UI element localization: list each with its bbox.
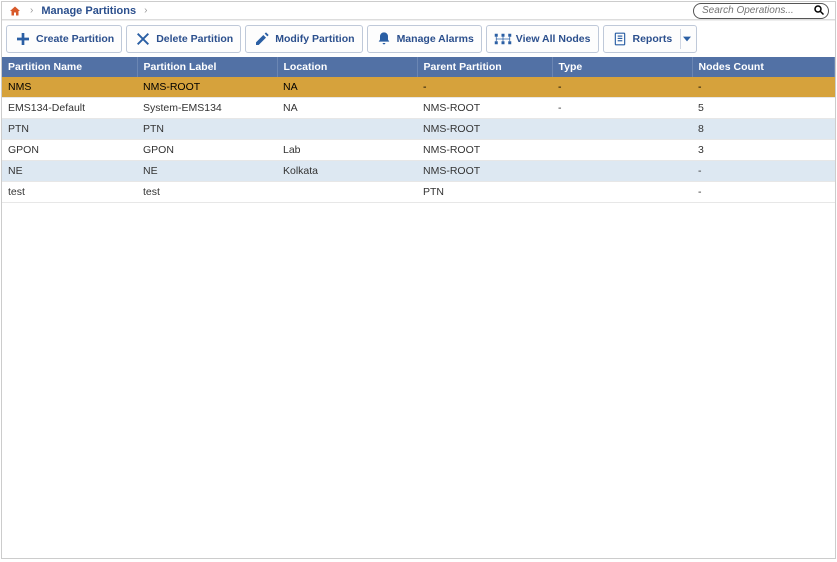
delete-partition-button[interactable]: Delete Partition: [126, 25, 241, 53]
table-header-row: Partition Name Partition Label Location …: [2, 57, 835, 77]
cell-type: [552, 182, 692, 203]
table-row[interactable]: PTNPTN NMS-ROOT 8: [2, 119, 835, 140]
cell-location: Lab: [277, 140, 417, 161]
cell-location: NA: [277, 77, 417, 98]
search-icon[interactable]: [813, 4, 825, 19]
chevron-down-icon[interactable]: [680, 29, 692, 49]
report-icon: [611, 30, 629, 48]
cell-parent: NMS-ROOT: [417, 98, 552, 119]
viewall-label: View All Nodes: [516, 33, 591, 45]
partitions-table: Partition Name Partition Label Location …: [2, 57, 835, 203]
table-row[interactable]: GPONGPONLabNMS-ROOT3: [2, 140, 835, 161]
reports-button[interactable]: Reports: [603, 25, 698, 53]
cell-nodes: 3: [692, 140, 835, 161]
cell-label: NE: [137, 161, 277, 182]
bell-icon: [375, 30, 393, 48]
breadcrumb-page[interactable]: Manage Partitions: [41, 5, 136, 17]
x-icon: [134, 30, 152, 48]
cell-nodes: 5: [692, 98, 835, 119]
breadcrumb-sep-end: ›: [144, 5, 147, 16]
cell-label: PTN: [137, 119, 277, 140]
cell-type: [552, 140, 692, 161]
col-label[interactable]: Partition Label: [137, 57, 277, 77]
nodes-icon: [494, 30, 512, 48]
delete-label: Delete Partition: [156, 33, 233, 45]
cell-name: test: [2, 182, 137, 203]
col-parent[interactable]: Parent Partition: [417, 57, 552, 77]
table-row[interactable]: testtest PTN -: [2, 182, 835, 203]
cell-parent: NMS-ROOT: [417, 119, 552, 140]
edit-icon: [253, 30, 271, 48]
cell-type: -: [552, 77, 692, 98]
cell-nodes: -: [692, 182, 835, 203]
reports-label: Reports: [633, 33, 673, 45]
modify-partition-button[interactable]: Modify Partition: [245, 25, 362, 53]
cell-name: NMS: [2, 77, 137, 98]
cell-label: NMS-ROOT: [137, 77, 277, 98]
cell-label: test: [137, 182, 277, 203]
col-name[interactable]: Partition Name: [2, 57, 137, 77]
modify-label: Modify Partition: [275, 33, 354, 45]
cell-parent: NMS-ROOT: [417, 161, 552, 182]
cell-name: GPON: [2, 140, 137, 161]
plus-icon: [14, 30, 32, 48]
cell-label: GPON: [137, 140, 277, 161]
search-input[interactable]: [693, 3, 829, 19]
home-icon[interactable]: [8, 5, 22, 17]
col-nodes[interactable]: Nodes Count: [692, 57, 835, 77]
view-all-nodes-button[interactable]: View All Nodes: [486, 25, 599, 53]
cell-label: System-EMS134: [137, 98, 277, 119]
cell-parent: NMS-ROOT: [417, 140, 552, 161]
create-partition-button[interactable]: Create Partition: [6, 25, 122, 53]
breadcrumb-sep: ›: [30, 5, 33, 16]
alarms-label: Manage Alarms: [397, 33, 474, 45]
cell-name: EMS134-Default: [2, 98, 137, 119]
cell-parent: -: [417, 77, 552, 98]
cell-name: NE: [2, 161, 137, 182]
cell-nodes: -: [692, 77, 835, 98]
cell-nodes: 8: [692, 119, 835, 140]
cell-parent: PTN: [417, 182, 552, 203]
cell-type: [552, 119, 692, 140]
manage-alarms-button[interactable]: Manage Alarms: [367, 25, 482, 53]
table-row[interactable]: NMSNMS-ROOTNA---: [2, 77, 835, 98]
cell-name: PTN: [2, 119, 137, 140]
table-row[interactable]: EMS134-DefaultSystem-EMS134NANMS-ROOT-5: [2, 98, 835, 119]
cell-location: [277, 182, 417, 203]
cell-type: [552, 161, 692, 182]
table-row[interactable]: NENEKolkataNMS-ROOT-: [2, 161, 835, 182]
cell-location: NA: [277, 98, 417, 119]
col-type[interactable]: Type: [552, 57, 692, 77]
cell-location: Kolkata: [277, 161, 417, 182]
cell-type: -: [552, 98, 692, 119]
cell-nodes: -: [692, 161, 835, 182]
cell-location: [277, 119, 417, 140]
create-label: Create Partition: [36, 33, 114, 45]
col-location[interactable]: Location: [277, 57, 417, 77]
